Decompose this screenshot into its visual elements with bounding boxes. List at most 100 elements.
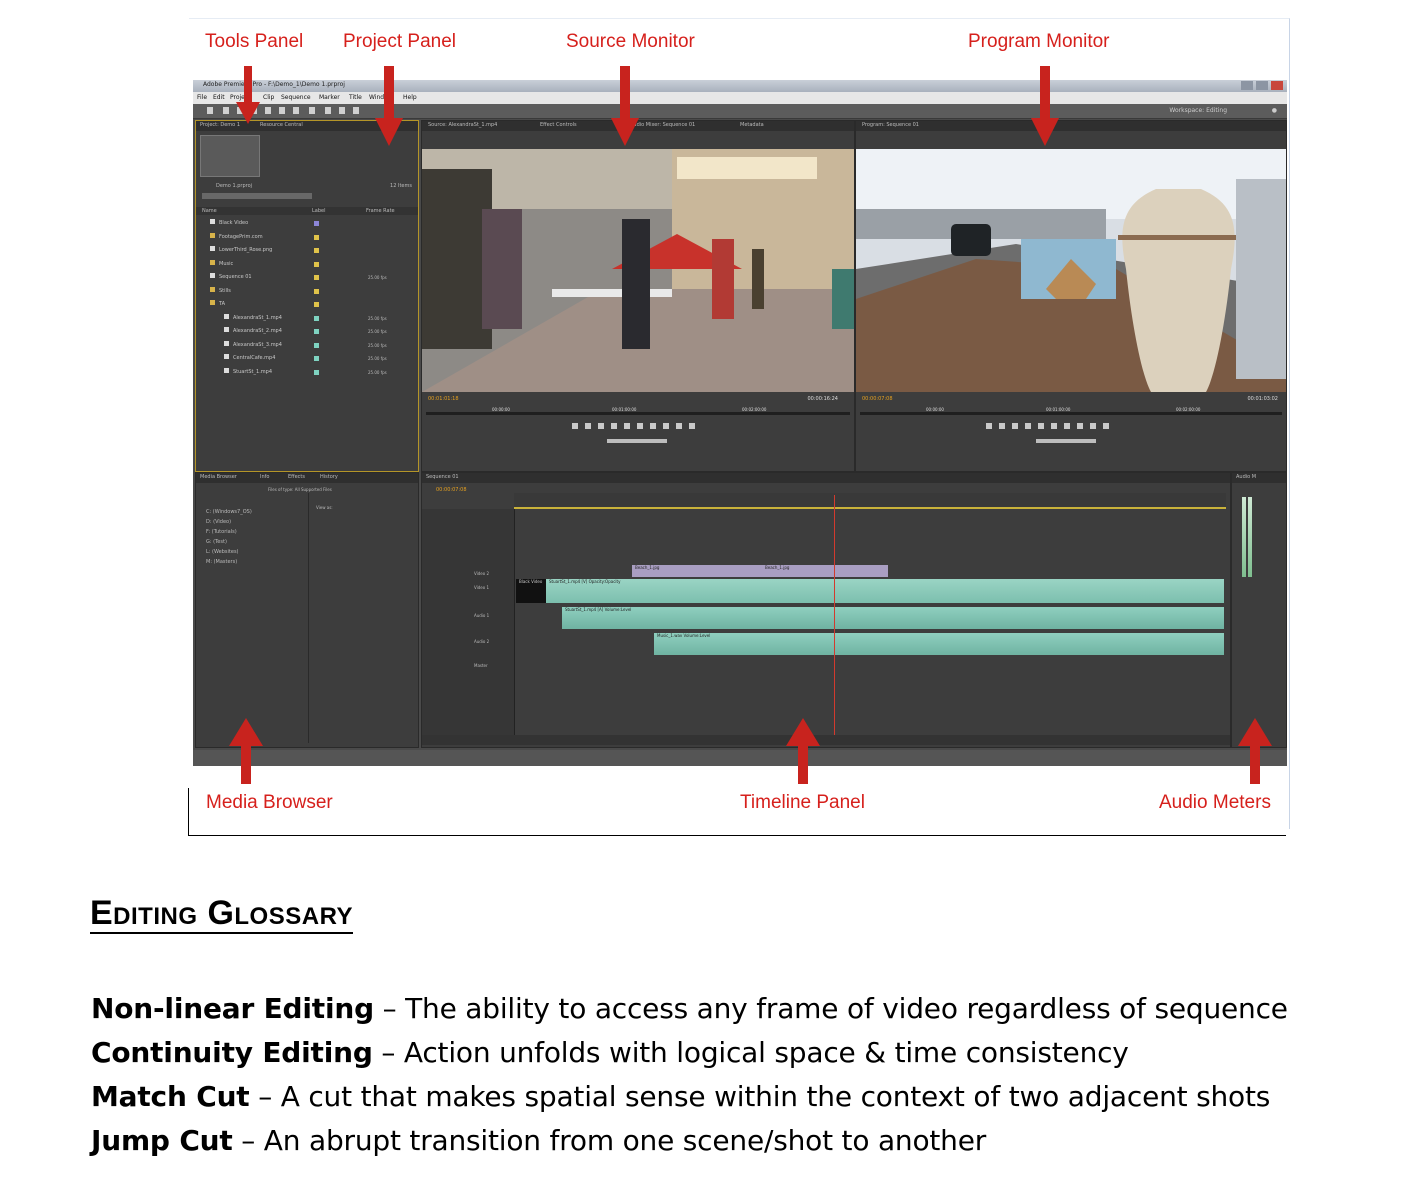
column-name[interactable]: Name	[202, 208, 217, 214]
step-back-icon[interactable]	[1025, 423, 1031, 429]
timeline-zoom-bar[interactable]	[422, 735, 1230, 745]
go-to-out-icon[interactable]	[650, 423, 656, 429]
drive-item[interactable]: L: (Websites)	[206, 549, 239, 555]
drive-item[interactable]: M: (Masters)	[206, 559, 237, 565]
go-to-in-icon[interactable]	[598, 423, 604, 429]
clip-beach-2[interactable]: Beach_1.jpg	[762, 565, 888, 577]
lift-icon[interactable]	[1077, 423, 1083, 429]
label-swatch[interactable]	[314, 356, 319, 361]
menu-title[interactable]: Title	[349, 94, 362, 101]
tab-audio-mixer[interactable]: Audio Mixer: Sequence 01	[630, 122, 695, 128]
mark-out-icon[interactable]	[999, 423, 1005, 429]
project-item[interactable]: Sequence 01	[210, 273, 252, 283]
tab-media-browser[interactable]: Media Browser	[200, 474, 237, 480]
project-item[interactable]: Black Video	[210, 219, 248, 229]
label-swatch[interactable]	[314, 342, 319, 348]
project-item[interactable]: StuartSt_1.mp4	[224, 367, 272, 378]
project-item[interactable]: FootagePrim.com	[210, 232, 263, 243]
tab-info[interactable]: Info	[260, 474, 269, 480]
go-to-out-icon[interactable]	[1064, 423, 1070, 429]
label-swatch[interactable]	[314, 302, 319, 307]
media-file-filter[interactable]: Files of type: All Supported Files	[268, 487, 332, 492]
play-icon[interactable]	[1038, 423, 1044, 429]
menu-clip[interactable]: Clip	[263, 94, 274, 101]
hand-tool-icon[interactable]	[339, 107, 345, 114]
tab-metadata[interactable]: Metadata	[740, 122, 764, 128]
label-swatch[interactable]	[314, 315, 319, 321]
column-frame-rate[interactable]: Frame Rate	[366, 208, 395, 214]
search-icon[interactable]: ●	[1272, 107, 1277, 114]
play-icon[interactable]	[624, 423, 630, 429]
label-swatch[interactable]	[314, 288, 319, 294]
drive-item[interactable]: C: (Windows7_OS)	[206, 509, 252, 515]
pen-tool-icon[interactable]	[325, 107, 331, 114]
work-area-bar[interactable]	[514, 507, 1226, 509]
track-video-2[interactable]: Video 2	[474, 571, 489, 576]
step-forward-icon[interactable]	[1051, 423, 1057, 429]
project-item[interactable]: LowerThird_Rose.png	[210, 246, 272, 256]
menu-sequence[interactable]: Sequence	[281, 94, 311, 101]
label-swatch[interactable]	[314, 369, 319, 375]
playhead[interactable]	[834, 495, 835, 745]
project-item[interactable]: Stills	[210, 286, 231, 297]
clip-stuartst-audio[interactable]: StuartSt_1.mp4 [A] Volume:Level	[562, 607, 1224, 629]
mark-in-icon[interactable]	[986, 423, 992, 429]
project-item[interactable]: AlexandraSt_2.mp4	[224, 327, 282, 337]
slip-tool-icon[interactable]	[293, 107, 299, 114]
minimize-icon[interactable]	[1241, 81, 1253, 90]
tab-effects[interactable]: Effects	[288, 474, 305, 480]
label-swatch[interactable]	[314, 275, 319, 280]
label-swatch[interactable]	[314, 234, 319, 240]
source-timecode[interactable]: 00:01:01:18	[428, 396, 459, 402]
clip-stuartst-video[interactable]: StuartSt_1.mp4 [V] Opacity:Opacity	[546, 579, 1224, 603]
project-item[interactable]: AlexandraSt_1.mp4	[224, 313, 282, 324]
step-forward-icon[interactable]	[637, 423, 643, 429]
tab-source[interactable]: Source: AlexandraSt_1.mp4	[428, 122, 497, 128]
drive-item[interactable]: D: (Video)	[206, 519, 231, 525]
track-audio-2[interactable]: Audio 2	[474, 639, 489, 644]
step-back-icon[interactable]	[611, 423, 617, 429]
track-audio-1[interactable]: Audio 1	[474, 613, 489, 618]
clip-black-video[interactable]: Black Video	[516, 579, 546, 603]
project-item[interactable]: AlexandraSt_3.mp4	[224, 340, 282, 351]
overwrite-icon[interactable]	[676, 423, 682, 429]
tab-effect-controls[interactable]: Effect Controls	[540, 122, 577, 128]
extract-icon[interactable]	[1090, 423, 1096, 429]
track-video-1[interactable]: Video 1	[474, 585, 489, 590]
clip-beach-1[interactable]: Beach_1.jpg	[632, 565, 762, 577]
drive-item[interactable]: F: (Tutorials)	[206, 529, 237, 535]
column-label[interactable]: Label	[312, 208, 326, 214]
tab-project[interactable]: Project: Demo 1	[200, 122, 240, 128]
maximize-icon[interactable]	[1256, 81, 1268, 90]
export-frame-icon[interactable]	[689, 423, 695, 429]
project-item[interactable]: CentralCafe.mp4	[224, 354, 275, 364]
rate-stretch-tool-icon[interactable]	[265, 107, 271, 114]
clip-music-audio[interactable]: Music_1.wav Volume:Level	[654, 633, 1224, 655]
drive-item[interactable]: G: (Test)	[206, 539, 227, 545]
tab-sequence[interactable]: Sequence 01	[426, 474, 459, 480]
mark-in-icon[interactable]	[572, 423, 578, 429]
mark-out-icon[interactable]	[585, 423, 591, 429]
timeline-ruler[interactable]	[514, 493, 1226, 508]
program-timecode[interactable]: 00:00:07:08	[862, 396, 893, 402]
track-master[interactable]: Master	[474, 663, 488, 668]
tab-audio-meters[interactable]: Audio M	[1236, 474, 1256, 480]
project-item[interactable]: Music	[210, 259, 233, 270]
project-item[interactable]: TA	[210, 300, 225, 310]
track-select-tool-icon[interactable]	[223, 107, 229, 114]
label-swatch[interactable]	[314, 221, 319, 226]
menu-help[interactable]: Help	[403, 94, 417, 101]
razor-tool-icon[interactable]	[279, 107, 285, 114]
label-swatch[interactable]	[314, 329, 319, 334]
source-scrubber[interactable]	[426, 412, 850, 415]
label-swatch[interactable]	[314, 248, 319, 253]
label-swatch[interactable]	[314, 261, 319, 267]
media-view-as[interactable]: View as:	[316, 505, 333, 510]
tab-resource-central[interactable]: Resource Central	[260, 122, 303, 128]
menu-file[interactable]: File	[197, 94, 207, 101]
menu-edit[interactable]: Edit	[213, 94, 225, 101]
export-frame-icon[interactable]	[1103, 423, 1109, 429]
tab-history[interactable]: History	[320, 474, 338, 480]
tab-program[interactable]: Program: Sequence 01	[862, 122, 919, 128]
menu-marker[interactable]: Marker	[319, 94, 340, 101]
